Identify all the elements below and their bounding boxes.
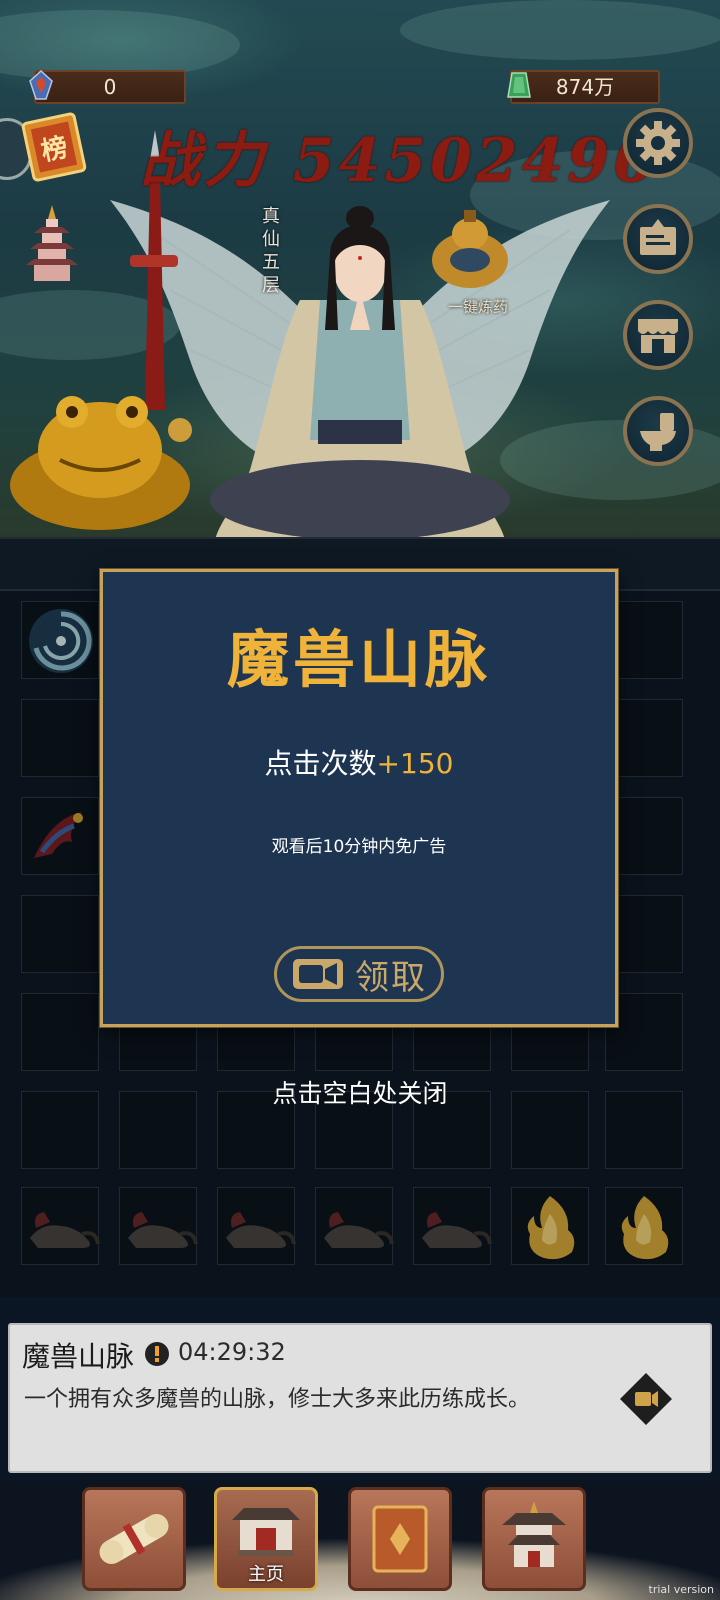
gear-icon xyxy=(636,121,680,165)
shop-button[interactable] xyxy=(623,300,693,370)
toilet-button[interactable] xyxy=(623,396,693,466)
sign-board-icon xyxy=(640,219,676,255)
reward-dialog: 魔兽山脉 点击次数+150 观看后10分钟内免广告 领取 xyxy=(100,569,618,1027)
fire-gem-counter: 0 xyxy=(34,70,186,104)
dialog-title: 魔兽山脉 xyxy=(226,623,491,696)
notice-button[interactable] xyxy=(623,204,693,274)
nav-pavilion[interactable] xyxy=(482,1487,586,1591)
jade-icon xyxy=(507,72,531,98)
claim-label: 领取 xyxy=(355,957,427,998)
one-click-alchemy-label[interactable]: 一键炼药 xyxy=(438,296,518,317)
game-screen: 0 874万 战力 54502496 榜 真仙五层 一键炼药 魔兽山脉 点击次数… xyxy=(0,0,720,1600)
alert-icon xyxy=(145,1342,169,1366)
shop-stall-icon xyxy=(638,319,678,353)
trial-watermark: trial version xyxy=(648,1583,714,1596)
video-ad-button-icon[interactable] xyxy=(618,1371,674,1427)
countdown-timer: 04:29:32 xyxy=(178,1338,286,1366)
claim-button[interactable]: 领取 xyxy=(274,946,444,1002)
reward-prefix: 点击次数 xyxy=(264,747,377,780)
video-camera-icon xyxy=(293,959,343,989)
close-hint: 点击空白处关闭 xyxy=(272,1079,448,1108)
nav-book[interactable] xyxy=(348,1487,452,1591)
jade-counter: 874万 xyxy=(510,70,660,104)
location-info-panel: 魔兽山脉 04:29:32 一个拥有众多魔兽的山脉，修士大多来此历练成长。 xyxy=(8,1323,712,1473)
fire-gem-icon xyxy=(29,69,53,100)
pavilion-icon xyxy=(502,1501,566,1567)
toilet-icon xyxy=(640,413,676,451)
ad-free-note: 观看后10分钟内免广告 xyxy=(271,837,447,857)
nav-home-label: 主页 xyxy=(248,1564,284,1585)
reward-amount: +150 xyxy=(376,747,454,780)
location-description: 一个拥有众多魔兽的山脉，修士大多来此历练成长。 xyxy=(24,1387,531,1412)
book-icon xyxy=(372,1505,428,1573)
settings-button[interactable] xyxy=(623,108,693,178)
realm-label: 真仙五层 xyxy=(262,206,280,296)
nav-scroll[interactable] xyxy=(82,1487,186,1591)
combat-power: 战力 54502496 xyxy=(140,126,659,196)
reward-text: 点击次数+150 xyxy=(103,742,615,782)
scroll-icon xyxy=(99,1514,169,1564)
location-name: 魔兽山脉 xyxy=(22,1340,135,1373)
nav-home[interactable]: 主页 xyxy=(214,1487,318,1591)
